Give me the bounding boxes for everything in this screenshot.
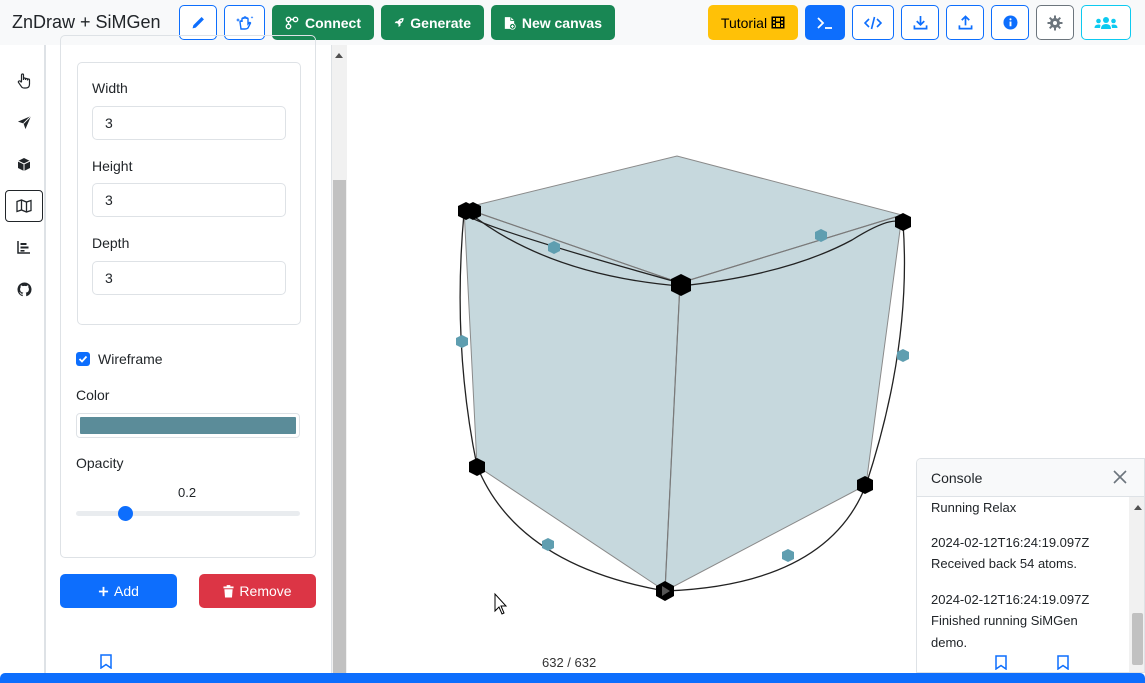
opacity-label: Opacity: [76, 455, 124, 471]
cube-icon: [17, 157, 31, 171]
check-icon: [78, 355, 88, 363]
generate-label: Generate: [410, 14, 471, 31]
color-swatch: [80, 417, 296, 434]
terminal-button[interactable]: [805, 5, 845, 40]
sidebar-item-geometry[interactable]: [5, 148, 43, 180]
bar-chart-icon: [17, 241, 30, 254]
icon-sidebar: [0, 45, 46, 683]
console-log: Running Relax 2024-02-12T16:24:19.097Z R…: [931, 497, 1127, 672]
console-header: Console: [917, 459, 1144, 497]
gear-icon: [1047, 15, 1063, 30]
tutorial-button[interactable]: Tutorial: [708, 5, 798, 40]
wireframe-label: Wireframe: [98, 351, 163, 367]
code-button[interactable]: [852, 5, 894, 40]
sidebar-item-interaction[interactable]: [5, 65, 43, 97]
console-scroll-up-arrow[interactable]: [1134, 505, 1142, 510]
hand-sparkles-icon: [235, 15, 253, 30]
sidebar-item-analysis[interactable]: [5, 231, 43, 263]
height-label: Height: [92, 158, 133, 174]
geometry-card: Width 3 Height 3 Depth 3: [60, 35, 316, 558]
console-line: 2024-02-12T16:24:19.097Z: [931, 535, 1090, 550]
remove-label: Remove: [239, 583, 292, 599]
app-title: ZnDraw + SiMGen: [12, 12, 161, 32]
console-line: Running Relax: [931, 500, 1017, 515]
frame-progress-bar[interactable]: [0, 673, 1145, 683]
panel-scrollbar[interactable]: [332, 45, 347, 683]
code-icon: [864, 16, 882, 29]
sidebar-item-github[interactable]: [5, 273, 43, 305]
cube-geometry: [462, 155, 904, 592]
upload-icon: [958, 15, 972, 30]
upload-button[interactable]: [946, 5, 984, 40]
wireframe-checkbox[interactable]: [76, 352, 90, 366]
info-icon: [1002, 15, 1018, 30]
generate-button[interactable]: Generate: [381, 5, 484, 40]
plus-icon: [98, 586, 109, 596]
console-title: Console: [931, 470, 983, 486]
console-line: demo.: [931, 635, 968, 650]
dimensions-card: Width 3 Height 3 Depth 3: [77, 62, 301, 325]
panel-scrollbar-thumb[interactable]: [333, 180, 346, 683]
bookmark-icon[interactable]: [995, 655, 1007, 670]
console-line: 2024-02-12T16:24:19.097Z: [931, 592, 1090, 607]
depth-label: Depth: [92, 235, 130, 251]
geometry-panel: Width 3 Height 3 Depth 3 Wireframe Color…: [46, 35, 332, 683]
mouse-cursor-icon: [494, 592, 508, 615]
pencil-icon: [192, 16, 204, 28]
frame-counter: 632 / 632: [542, 655, 597, 670]
tutorial-label: Tutorial: [720, 14, 768, 31]
color-picker[interactable]: [76, 413, 300, 438]
add-label: Add: [114, 583, 139, 599]
console-scrollbar-thumb[interactable]: [1132, 613, 1143, 665]
download-icon: [913, 15, 927, 30]
console-line: Received back 54 atoms.: [931, 556, 1077, 571]
bookmark-icon[interactable]: [1057, 655, 1069, 670]
opacity-slider[interactable]: [76, 511, 300, 516]
width-label: Width: [92, 80, 128, 96]
settings-button[interactable]: [1036, 5, 1074, 40]
close-icon[interactable]: [1111, 468, 1129, 486]
info-button[interactable]: [991, 5, 1029, 40]
download-button[interactable]: [901, 5, 939, 40]
file-plus-icon: [504, 16, 516, 30]
console-window: Console Running Relax 2024-02-12T16:24:1…: [916, 458, 1145, 673]
color-label: Color: [76, 387, 110, 403]
map-icon: [16, 199, 32, 213]
opacity-value: 0.2: [178, 485, 197, 500]
remove-button[interactable]: Remove: [199, 574, 316, 608]
hand-pointer-icon: [17, 73, 31, 89]
console-scrollbar[interactable]: [1129, 497, 1144, 672]
film-icon: [771, 16, 785, 29]
connect-icon: [285, 16, 299, 29]
connect-label: Connect: [305, 14, 361, 31]
add-button[interactable]: Add: [60, 574, 177, 608]
new-canvas-label: New canvas: [521, 14, 602, 31]
sidebar-item-send[interactable]: [5, 106, 43, 138]
scroll-up-arrow[interactable]: [335, 53, 343, 58]
github-icon: [16, 281, 32, 296]
sidebar-item-map[interactable]: [5, 190, 43, 222]
console-line: Finished running SiMGen: [931, 613, 1078, 628]
rocket-icon: [394, 17, 404, 28]
width-input[interactable]: 3: [92, 106, 286, 140]
trash-icon: [223, 584, 234, 597]
users-button[interactable]: [1081, 5, 1131, 40]
new-canvas-button[interactable]: New canvas: [491, 5, 615, 40]
depth-input[interactable]: 3: [92, 261, 286, 295]
terminal-icon: [817, 16, 832, 29]
opacity-slider-thumb[interactable]: [118, 506, 133, 521]
users-icon: [1094, 16, 1118, 29]
bookmark-icon[interactable]: [100, 654, 112, 669]
height-input[interactable]: 3: [92, 183, 286, 217]
paper-plane-icon: [17, 115, 31, 129]
